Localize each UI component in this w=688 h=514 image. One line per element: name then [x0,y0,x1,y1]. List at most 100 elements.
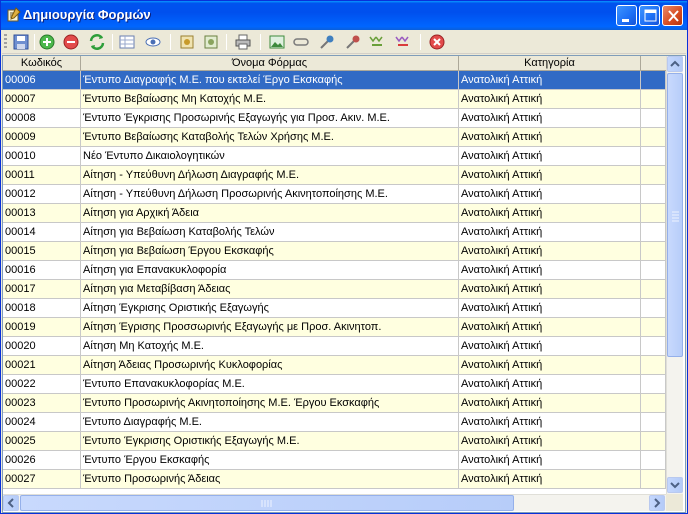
cell-category: Ανατολική Αττική [459,451,641,470]
table-row[interactable]: 00022 Έντυπο Επανακυκλοφορίας Μ.Ε. Ανατολι… [3,375,666,394]
scroll-down-button[interactable] [667,477,683,493]
cell-form-name: Έντυπο Προσωρινής Άδειας [81,470,459,489]
table-row[interactable]: 00026 Έντυπο Έργου Εκσκαφής Ανατολική Αττι… [3,451,666,470]
minimize-button[interactable] [616,5,637,26]
cell-filler [641,280,666,299]
scroll-up-button[interactable] [667,56,683,72]
cell-filler [641,337,666,356]
cell-category: Ανατολική Αττική [459,375,641,394]
cell-form-name: Αίτηση Έγκρισης Οριστικής Εξαγωγής [81,299,459,318]
cell-form-name: Αίτηση - Υπεύθυνη Δήλωση Προσωρινής Ακιν… [81,185,459,204]
cell-filler [641,375,666,394]
scroll-corner [666,494,683,511]
cell-code: 00006 [3,71,81,90]
cell-category: Ανατολική Αττική [459,185,641,204]
scroll-left-button[interactable] [3,495,19,511]
settings-icon [180,35,194,49]
toolbar-separator [260,34,261,50]
cell-code: 00012 [3,185,81,204]
cell-filler [641,166,666,185]
refresh-button[interactable] [88,33,106,51]
refresh-icon [89,34,105,50]
remove-button[interactable] [62,33,80,51]
save-button[interactable] [12,33,30,51]
maximize-button[interactable] [639,5,660,26]
table-row[interactable]: 00023 Έντυπο Προσωρινής Ακινητοποίησης Μ.… [3,394,666,413]
tool-icon [320,35,334,49]
horizontal-scrollbar[interactable] [3,494,666,511]
cell-filler [641,261,666,280]
table-row[interactable]: 00006 Έντυπο Διαγραφής Μ.Ε. που εκτελεί Έ… [3,71,666,90]
app-window: Δημιουργία Φορμών Κωδικός Όνομα Φόρμας Κ… [0,0,688,514]
table-row[interactable]: 00013 Αίτηση για Αρχική Άδεια Ανατολική Ατ… [3,204,666,223]
column-header-form-name[interactable]: Όνομα Φόρμας [81,56,459,71]
table-row[interactable]: 00021 Αίτηση Άδειας Προσωρινής Κυκλοφορία… [3,356,666,375]
table-row[interactable]: 00009 Έντυπο Βεβαίωσης Καταβολής Τελών Χρ… [3,128,666,147]
close-button[interactable] [662,5,683,26]
vertical-scrollbar[interactable] [666,56,683,494]
cell-code: 00017 [3,280,81,299]
print-button[interactable] [234,33,252,51]
thumb-grip-icon [672,211,679,222]
table-row[interactable]: 00016 Αίτηση για Επανακυκλοφορία Ανατολική… [3,261,666,280]
link-button[interactable] [292,33,310,51]
grid-view-button[interactable] [118,33,136,51]
cell-code: 00007 [3,90,81,109]
vertical-scroll-thumb[interactable] [667,73,683,357]
horizontal-scroll-thumb[interactable] [20,495,514,511]
table-row[interactable]: 00017 Αίτηση για Μεταβίβαση Άδειας Ανατολι… [3,280,666,299]
cell-filler [641,318,666,337]
image-button[interactable] [268,33,286,51]
table-row[interactable]: 00020 Αίτηση Μη Κατοχής Μ.Ε. Ανατολική Αττ… [3,337,666,356]
cell-category: Ανατολική Αττική [459,337,641,356]
cell-filler [641,128,666,147]
table-row[interactable]: 00027 Έντυπο Προσωρινής Άδειας Ανατολική Α… [3,470,666,489]
filter-button[interactable] [368,33,386,51]
filter-alt-button[interactable] [394,33,412,51]
title-bar[interactable]: Δημιουργία Φορμών [1,1,687,30]
settings-alt-icon [204,35,218,49]
cell-form-name: Αίτηση για Βεβαίωση Έργου Εκσκαφής [81,242,459,261]
preview-button[interactable] [144,33,162,51]
cell-category: Ανατολική Αττική [459,299,641,318]
table-row[interactable]: 00007 Έντυπο Βεβαίωσης Μη Κατοχής Μ.Ε. Ανα… [3,90,666,109]
table-row[interactable]: 00025 Έντυπο Έγκρισης Οριστικής Εξαγωγής … [3,432,666,451]
cell-category: Ανατολική Αττική [459,204,641,223]
table-row[interactable]: 00010 Νέο Έντυπο Δικαιολογητικών Ανατολική… [3,147,666,166]
tool-alt-button[interactable] [344,33,362,51]
table-row[interactable]: 00014 Αίτηση για Βεβαίωση Καταβολής Τελών… [3,223,666,242]
column-header-code[interactable]: Κωδικός [3,56,81,71]
cancel-button[interactable] [428,33,446,51]
table-row[interactable]: 00019 Αίτηση Έγρισης Προσσωρινής Εξαγωγής… [3,318,666,337]
cell-filler [641,109,666,128]
cell-code: 00025 [3,432,81,451]
settings-alt-button[interactable] [202,33,220,51]
cell-form-name: Νέο Έντυπο Δικαιολογητικών [81,147,459,166]
column-header-category[interactable]: Κατηγορία [459,56,641,71]
close-icon [668,10,679,22]
cell-filler [641,394,666,413]
toolbar-separator [34,34,35,50]
image-icon [269,35,285,49]
cell-code: 00010 [3,147,81,166]
table-row[interactable]: 00015 Αίτηση για Βεβαίωση Έργου Εκσκαφής Α… [3,242,666,261]
add-button[interactable] [38,33,56,51]
scroll-right-button[interactable] [649,495,665,511]
settings-button[interactable] [178,33,196,51]
toolbar-grip[interactable] [4,34,7,50]
grid-header: Κωδικός Όνομα Φόρμας Κατηγορία [3,56,666,71]
table-row[interactable]: 00008 Έντυπο Έγκρισης Προσωρινής Εξαγωγής… [3,109,666,128]
cell-filler [641,299,666,318]
cell-form-name: Έντυπο Επανακυκλοφορίας Μ.Ε. [81,375,459,394]
app-icon [6,7,22,23]
cell-category: Ανατολική Αττική [459,109,641,128]
cell-filler [641,204,666,223]
cell-form-name: Αίτηση για Βεβαίωση Καταβολής Τελών [81,223,459,242]
table-row[interactable]: 00012 Αίτηση - Υπεύθυνη Δήλωση Προσωρινής… [3,185,666,204]
table-row[interactable]: 00024 Έντυπο Διαγραφής Μ.Ε. Ανατολική Αττι… [3,413,666,432]
tool-button[interactable] [318,33,336,51]
cell-category: Ανατολική Αττική [459,223,641,242]
cell-form-name: Έντυπο Διαγραφής Μ.Ε. που εκτελεί Έργο Ε… [81,71,459,90]
table-row[interactable]: 00011 Αίτηση - Υπεύθυνη Δήλωση Διαγραφής … [3,166,666,185]
table-row[interactable]: 00018 Αίτηση Έγκρισης Οριστικής Εξαγωγής Α… [3,299,666,318]
